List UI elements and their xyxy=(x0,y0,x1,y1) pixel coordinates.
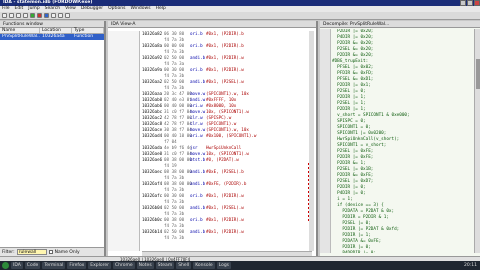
col-name[interactable]: Name xyxy=(0,28,40,33)
start-menu-icon[interactable] xyxy=(2,262,9,269)
disasm-bytes: f4 7a 3b xyxy=(164,235,185,240)
decompiler-vscroll[interactable] xyxy=(474,29,480,253)
function-name: PrvSplitRuleWal... xyxy=(2,34,40,39)
filter-label: Filter: xyxy=(2,249,15,255)
disasm-operand: #0x1, (P2DIR).w xyxy=(206,217,244,222)
decompiler-listing[interactable]: P2DIR |= 0x20; P4DIR |= 0x20; P2DIR &= 0… xyxy=(332,29,472,253)
functions-pane-title: Functions window xyxy=(0,21,104,28)
stop-icon[interactable] xyxy=(37,13,42,18)
taskbar-item[interactable]: Shell xyxy=(176,262,192,269)
disasm-operand: #0x1, (P2DIR).b xyxy=(206,31,244,36)
decompiler-pane-title: Decompile: PrvSplitRuleWal... xyxy=(320,21,480,28)
open-icon[interactable] xyxy=(2,13,7,18)
disasm-operand: #0x8000, 10x xyxy=(206,103,237,108)
segment-icon[interactable] xyxy=(65,13,70,18)
disasm-operand: #0xFE, (P2DIR).b xyxy=(206,181,247,186)
disassembly-pane: IDA View-A 10326a82 06 30 80 ori.b #0x1, (P… xyxy=(108,21,318,256)
name-only-checkbox[interactable] xyxy=(48,250,53,254)
disasm-operand: #0x1, (P2DIR).w xyxy=(206,55,244,60)
toolbar xyxy=(0,12,480,20)
run-icon[interactable] xyxy=(30,13,35,18)
disasm-operand: (SPICONT1).w, 10x xyxy=(206,127,249,132)
disasm-line[interactable]: f4 7a 3b xyxy=(142,235,314,241)
save-icon[interactable] xyxy=(9,13,14,18)
back-icon[interactable] xyxy=(16,13,21,18)
name-only-label: Name Only xyxy=(54,249,80,255)
disasm-operand: #0, (P2DAT).w xyxy=(206,157,239,162)
col-type[interactable]: Type xyxy=(72,28,104,33)
taskbar-item[interactable]: IDA xyxy=(11,262,23,269)
taskbar-item[interactable]: Code xyxy=(24,262,41,269)
function-row[interactable]: PrvSplitRuleWal... 10326a4a Function xyxy=(0,34,104,40)
taskbar-item[interactable]: Terminal xyxy=(42,262,66,269)
function-location: 10326a4a xyxy=(42,34,65,39)
col-location[interactable]: Location xyxy=(40,28,72,33)
disassembly-pane-title: IDA View-A xyxy=(108,21,316,28)
disasm-operand: 10x, (SPICONT1).w xyxy=(206,109,249,114)
disasm-operand: #0x1, (P2DIR).b xyxy=(206,43,244,48)
pseudocode-line[interactable]: P4DPDIR |= 0; xyxy=(332,251,472,253)
disasm-operand: #0x1, (P2DIR).w xyxy=(206,193,244,198)
disasm-operand: #0xFFFF, 10x xyxy=(206,97,237,102)
function-type: Function xyxy=(74,34,94,39)
disasm-operand: 10x, (SPICONT1).w xyxy=(206,151,249,156)
disasm-operand: (SPISPC).w xyxy=(206,115,232,120)
filter-bar: Filter: rulewall Name Only xyxy=(0,247,104,256)
disasm-operand: #0x1, (P2DIR).w xyxy=(206,67,244,72)
taskbar-item[interactable]: Explorer xyxy=(88,262,112,269)
disasm-operand: #0x100, (SPICONT1).w xyxy=(206,133,257,138)
taskbar-item[interactable]: Logs xyxy=(216,262,232,269)
graph-icon[interactable] xyxy=(51,13,56,18)
taskbar-item[interactable]: Steam xyxy=(155,262,175,269)
disasm-operand: HwrSpiUnknCall xyxy=(206,145,242,150)
taskbar-item[interactable]: Chrome xyxy=(113,262,135,269)
window-title: IDA - statemon.idb (FORDOWP.exe) xyxy=(3,0,93,5)
search-icon[interactable] xyxy=(44,13,49,18)
ida-main-window: IDA - statemon.idb (FORDOWP.exe) File Edi… xyxy=(0,0,480,270)
taskbar-item[interactable]: Firefox xyxy=(67,262,87,269)
forward-icon[interactable] xyxy=(23,13,28,18)
hex-icon[interactable] xyxy=(58,13,63,18)
disasm-operand: (SPICONT1).w, 10x xyxy=(206,91,249,96)
disasm-operand: #0x1, (P2DIR).w xyxy=(206,229,244,234)
disasm-operand: #0xE, (P2SEL).b xyxy=(206,169,244,174)
taskbar: IDA Code Terminal Firefox Explorer Chrome Note… xyxy=(0,261,480,270)
disassembly-gutter xyxy=(108,31,140,251)
taskbar-clock: 20:11 xyxy=(464,263,477,268)
disasm-operand: (SPICONT1).w xyxy=(206,121,237,126)
taskbar-item[interactable]: Konsole xyxy=(193,262,215,269)
decompiler-pane: Decompile: PrvSplitRuleWal... P2DIR |= 0… xyxy=(320,21,480,256)
disassembly-listing[interactable]: 10326a82 06 30 80 ori.b #0x1, (P2DIR).b f4 7… xyxy=(142,31,314,251)
disasm-operand: #0x1, (P2SEL).w xyxy=(206,205,244,210)
decompiler-gutter xyxy=(320,29,331,253)
scroll-thumb[interactable] xyxy=(476,59,480,89)
taskbar-item[interactable]: Notes xyxy=(136,262,154,269)
disasm-operand: #0x1, (P2SEL).w xyxy=(206,79,244,84)
disassembly-vscroll[interactable] xyxy=(309,31,314,251)
filter-input[interactable]: rulewall xyxy=(16,249,47,255)
functions-pane: Functions window Name Location Type PrvS… xyxy=(0,21,106,256)
